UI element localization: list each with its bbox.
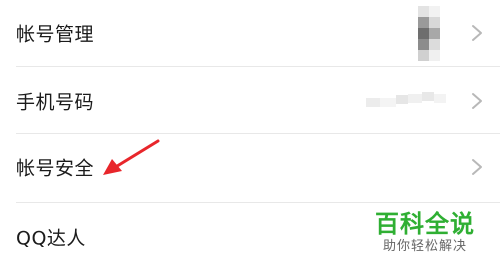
- watermark-logo: 百科全说 助你轻松解决: [366, 210, 484, 256]
- red-arrow-icon: [103, 139, 160, 175]
- settings-screen: 帐号管理 手机号码 帐号安全 QQ达人 百科全说 助你轻松解决: [0, 0, 500, 270]
- avatar: [418, 6, 440, 62]
- chevron-right-icon: [472, 93, 482, 109]
- watermark-title: 百科全说: [375, 210, 475, 238]
- divider: [16, 66, 500, 67]
- divider: [16, 202, 500, 203]
- settings-item-label: 手机号码: [16, 91, 95, 114]
- phone-number-blurred: [366, 92, 446, 110]
- settings-item-account-management[interactable]: 帐号管理: [0, 0, 500, 66]
- chevron-right-icon: [472, 159, 482, 175]
- settings-item-label: 帐号管理: [16, 23, 95, 46]
- chevron-right-icon: [472, 25, 482, 41]
- settings-item-label: QQ达人: [16, 227, 86, 250]
- settings-item-label: 帐号安全: [16, 157, 95, 180]
- watermark-subtitle: 助你轻松解决: [382, 239, 467, 254]
- settings-item-account-security[interactable]: 帐号安全: [0, 134, 500, 200]
